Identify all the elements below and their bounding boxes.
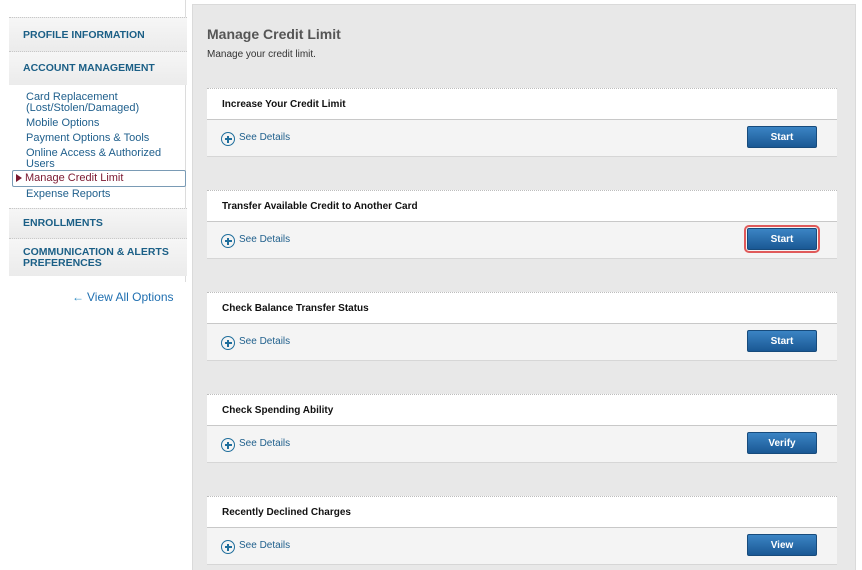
card-transfer-available-credit: Transfer Available Credit to Another Car… — [207, 190, 837, 259]
sidebar: PROFILE INFORMATION ACCOUNT MANAGEMENT C… — [0, 0, 187, 570]
section-enrollments[interactable]: ENROLLMENTS — [9, 208, 187, 238]
start-button[interactable]: Start — [747, 330, 817, 352]
card-title: Check Spending Ability — [222, 405, 334, 416]
start-button[interactable]: Start — [744, 225, 820, 253]
see-details-label: See Details — [239, 233, 291, 245]
see-details-label: See Details — [239, 437, 291, 449]
sidebar-item-online-access[interactable]: Online Access & Authorized Users — [11, 148, 187, 170]
sidebar-panel: PROFILE INFORMATION ACCOUNT MANAGEMENT C… — [3, 0, 187, 282]
sidebar-item-payment-options[interactable]: Payment Options & Tools — [11, 133, 187, 144]
sidebar-item-card-replacement[interactable]: Card Replacement (Lost/Stolen/Damaged) — [11, 92, 187, 114]
sidebar-item-label: Manage Credit Limit — [25, 172, 124, 184]
see-details-link[interactable]: See Details — [221, 232, 291, 248]
card-action-row: See Details Verify — [207, 426, 837, 463]
card-title: Increase Your Credit Limit — [222, 99, 346, 110]
arrow-left-icon: ← — [72, 290, 84, 304]
start-button[interactable]: Start — [747, 126, 817, 148]
card-recently-declined-charges: Recently Declined Charges See Details Vi… — [207, 496, 837, 565]
section-communication-alerts[interactable]: COMMUNICATION & ALERTS PREFERENCES — [9, 238, 187, 276]
plus-circle-icon — [221, 540, 235, 554]
card-action-row: See Details Start — [207, 324, 837, 361]
see-details-link[interactable]: See Details — [221, 130, 291, 146]
see-details-link[interactable]: See Details — [221, 538, 291, 554]
verify-button[interactable]: Verify — [747, 432, 817, 454]
card-increase-credit-limit: Increase Your Credit Limit See Details S… — [207, 88, 837, 157]
plus-circle-icon — [221, 132, 235, 146]
plus-circle-icon — [221, 234, 235, 248]
see-details-label: See Details — [239, 539, 291, 551]
card-action-row: See Details Start — [207, 120, 837, 157]
see-details-label: See Details — [239, 335, 291, 347]
view-button[interactable]: View — [747, 534, 817, 556]
card-action-row: See Details Start — [207, 222, 837, 259]
card-balance-transfer-status: Check Balance Transfer Status See Detail… — [207, 292, 837, 361]
see-details-link[interactable]: See Details — [221, 436, 291, 452]
main-panel: Manage Credit Limit Manage your credit l… — [192, 4, 856, 570]
sidebar-item-manage-credit-limit[interactable]: Manage Credit Limit — [12, 170, 186, 187]
see-details-label: See Details — [239, 131, 291, 143]
section-profile-information[interactable]: PROFILE INFORMATION — [9, 17, 187, 52]
card-title: Check Balance Transfer Status — [222, 303, 369, 314]
page-subtitle: Manage your credit limit. — [207, 49, 316, 60]
card-title: Recently Declined Charges — [222, 507, 351, 518]
card-title: Transfer Available Credit to Another Car… — [222, 201, 418, 212]
view-all-label: View All Options — [87, 290, 174, 304]
card-action-row: See Details View — [207, 528, 837, 565]
view-all-options-link[interactable]: ← View All Options — [72, 290, 174, 304]
plus-circle-icon — [221, 336, 235, 350]
section-account-management[interactable]: ACCOUNT MANAGEMENT — [9, 51, 187, 85]
card-check-spending-ability: Check Spending Ability See Details Verif… — [207, 394, 837, 463]
sidebar-item-expense-reports[interactable]: Expense Reports — [11, 189, 187, 200]
page-title: Manage Credit Limit — [207, 26, 341, 42]
sidebar-item-mobile-options[interactable]: Mobile Options — [11, 118, 187, 129]
active-arrow-icon — [16, 174, 22, 182]
see-details-link[interactable]: See Details — [221, 334, 291, 350]
plus-circle-icon — [221, 438, 235, 452]
